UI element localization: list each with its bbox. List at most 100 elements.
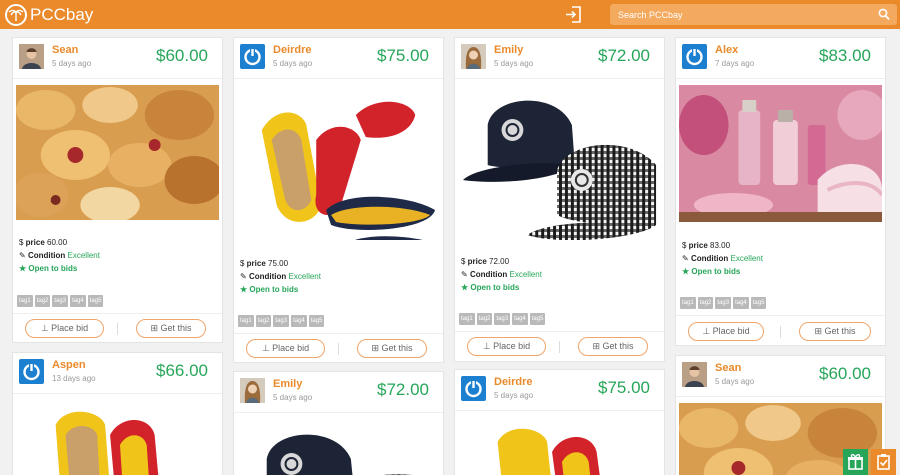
divider: [234, 412, 443, 413]
app-name: PCCbay: [30, 5, 94, 24]
card-header: Sean 5 days ago $60.00: [13, 38, 222, 78]
avatar[interactable]: [461, 376, 486, 401]
price-line: $ price 72.00: [461, 257, 510, 266]
card-header: Emily 5 days ago $72.00: [234, 372, 443, 412]
tag[interactable]: tag1: [17, 295, 33, 307]
get-this-button[interactable]: ⊞ Get this: [578, 337, 648, 356]
search-input[interactable]: [610, 4, 870, 25]
listing-image-shoes[interactable]: [237, 85, 440, 240]
tag[interactable]: tag5: [87, 295, 104, 307]
card-header: Alex 7 days ago $83.00: [676, 38, 885, 78]
avatar[interactable]: [19, 359, 44, 384]
place-bid-button[interactable]: ⊥ Place bid: [246, 339, 325, 358]
tag[interactable]: tag4: [70, 295, 86, 307]
tag[interactable]: tag4: [733, 297, 749, 309]
seller-name[interactable]: Emily: [273, 378, 302, 390]
condition-line: ✎ Condition Excellent: [240, 272, 321, 281]
listing-price: $83.00: [819, 46, 871, 65]
tag[interactable]: tag5: [750, 297, 767, 309]
listing-image-caps[interactable]: [237, 419, 440, 475]
tag[interactable]: tag1: [680, 297, 696, 309]
card-header: Emily 5 days ago $72.00: [455, 38, 664, 78]
seller-name[interactable]: Sean: [52, 44, 78, 56]
logo-icon: [5, 4, 27, 26]
tag-list: tag1 tag2 tag3 tag4 tag5: [238, 315, 326, 327]
listing-card: Aspen 13 days ago $66.00: [12, 352, 223, 475]
listing-card: Emily 5 days ago $72.00 $ price 72.00 ✎ …: [454, 37, 665, 362]
tag[interactable]: tag2: [255, 315, 272, 327]
avatar[interactable]: [682, 44, 707, 69]
tag[interactable]: tag3: [715, 297, 732, 309]
tag[interactable]: tag2: [697, 297, 714, 309]
gift-icon: [848, 454, 863, 470]
listing-image-shoes[interactable]: [16, 400, 219, 475]
tag-list: tag1 tag2 tag3 tag4 tag5: [17, 295, 105, 307]
divider: [676, 396, 885, 397]
avatar[interactable]: [240, 44, 265, 69]
avatar[interactable]: [240, 378, 265, 403]
get-this-button[interactable]: ⊞ Get this: [357, 339, 427, 358]
tag-list: tag1 tag2 tag3 tag4 tag5: [459, 313, 547, 325]
tag[interactable]: tag4: [291, 315, 307, 327]
gift-fab[interactable]: [843, 449, 868, 475]
place-bid-button[interactable]: ⊥ Place bid: [688, 322, 764, 341]
tag[interactable]: tag3: [494, 313, 511, 325]
get-this-button[interactable]: ⊞ Get this: [136, 319, 206, 338]
tag[interactable]: tag5: [529, 313, 546, 325]
divider: [117, 323, 118, 335]
condition-line: ✎ Condition Excellent: [682, 254, 763, 263]
listing-price: $60.00: [819, 364, 871, 383]
listing-image-pastries[interactable]: [16, 85, 219, 220]
place-bid-button[interactable]: ⊥ Place bid: [25, 319, 104, 338]
seller-name[interactable]: Sean: [715, 362, 741, 374]
divider: [234, 333, 443, 334]
divider: [13, 313, 222, 314]
tag-list: tag1 tag2 tag3 tag4 tag5: [680, 297, 768, 309]
post-age: 7 days ago: [715, 59, 755, 68]
listing-card: Sean 5 days ago $60.00 $ price 60.00 ✎ C…: [12, 37, 223, 343]
place-bid-button[interactable]: ⊥ Place bid: [467, 337, 546, 356]
divider: [455, 410, 664, 411]
post-age: 5 days ago: [494, 59, 534, 68]
avatar[interactable]: [19, 44, 44, 69]
seller-name[interactable]: Alex: [715, 44, 738, 56]
divider: [676, 315, 885, 316]
post-age: 5 days ago: [494, 391, 534, 400]
listing-price: $72.00: [377, 380, 429, 399]
listing-image-shoes[interactable]: [458, 417, 661, 475]
listing-card: Deirdre 5 days ago $75.00: [454, 369, 665, 475]
search-icon[interactable]: [878, 8, 890, 21]
divider: [338, 343, 339, 355]
seller-name[interactable]: Aspen: [52, 359, 86, 371]
price-line: $ price 83.00: [682, 241, 731, 250]
tag[interactable]: tag5: [308, 315, 325, 327]
tag[interactable]: tag4: [512, 313, 528, 325]
listing-card: Deirdre 5 days ago $75.00 $ price 75.00 …: [233, 37, 444, 363]
tag[interactable]: tag1: [238, 315, 254, 327]
listing-price: $60.00: [156, 46, 208, 65]
post-age: 5 days ago: [52, 59, 92, 68]
post-age: 5 days ago: [273, 59, 313, 68]
tag[interactable]: tag2: [476, 313, 493, 325]
divider: [13, 78, 222, 79]
tag[interactable]: tag3: [273, 315, 290, 327]
seller-name[interactable]: Deirdre: [273, 44, 312, 56]
avatar[interactable]: [461, 44, 486, 69]
listing-image-spa[interactable]: [679, 85, 882, 222]
listing-image-caps[interactable]: [458, 85, 661, 240]
app-logo[interactable]: PCCbay: [4, 3, 93, 27]
post-age: 13 days ago: [52, 374, 96, 383]
seller-name[interactable]: Emily: [494, 44, 523, 56]
avatar[interactable]: [682, 362, 707, 387]
get-this-button[interactable]: ⊞ Get this: [799, 322, 871, 341]
listing-price: $66.00: [156, 361, 208, 380]
login-icon[interactable]: [564, 6, 582, 23]
divider: [455, 78, 664, 79]
checklist-fab[interactable]: [871, 449, 896, 475]
tag[interactable]: tag2: [34, 295, 51, 307]
listing-price: $75.00: [598, 378, 650, 397]
open-to-bids: ★ Open to bids: [682, 267, 741, 276]
tag[interactable]: tag1: [459, 313, 475, 325]
seller-name[interactable]: Deirdre: [494, 376, 533, 388]
tag[interactable]: tag3: [52, 295, 69, 307]
